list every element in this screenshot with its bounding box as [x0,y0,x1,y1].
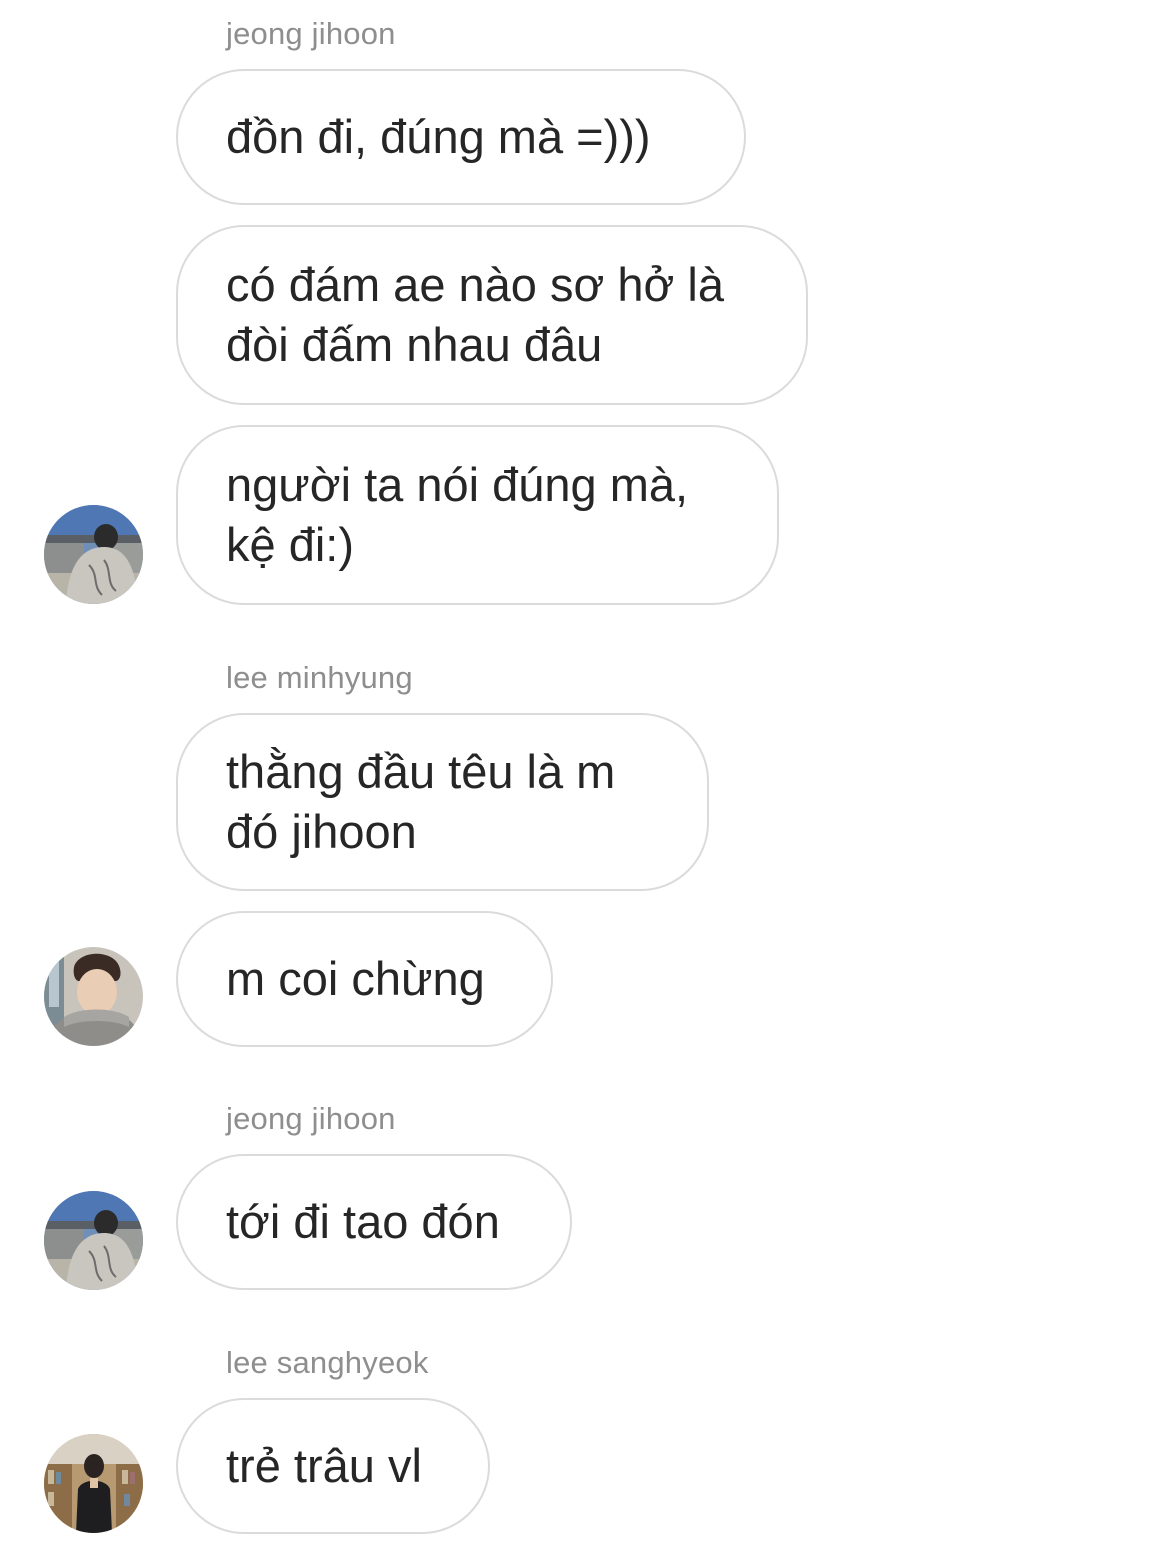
avatar[interactable] [44,505,143,604]
message-bubble[interactable]: trẻ trâu vl [176,1398,490,1534]
message-bubble[interactable]: tới đi tao đón [176,1154,572,1290]
message-bubble[interactable]: người ta nói đúng mà, kệ đi:) [176,425,779,605]
sender-name: lee sanghyeok [226,1345,429,1380]
avatar[interactable] [44,1191,143,1290]
profile-photo-library-icon [44,1434,143,1533]
message-text: có đám ae nào sơ hở là đòi đấm nhau đâu [226,258,724,371]
profile-photo-face-icon [44,947,143,1046]
message-text: tới đi tao đón [226,1195,500,1248]
avatar[interactable] [44,1434,143,1533]
message-bubble[interactable]: có đám ae nào sơ hở là đòi đấm nhau đâu [176,225,808,405]
chat-thread: jeong jihoon đồn đi, đúng mà =))) có đám… [0,0,1170,1558]
message-text: m coi chừng [226,952,485,1005]
message-text: thằng đầu têu là m đó jihoon [226,745,616,858]
message-text: người ta nói đúng mà, kệ đi:) [226,458,689,571]
profile-photo-back-view-icon [44,1191,143,1290]
message-bubble[interactable]: thằng đầu têu là m đó jihoon [176,713,709,891]
sender-name: jeong jihoon [226,16,396,51]
message-text: trẻ trâu vl [226,1439,422,1492]
sender-name: lee minhyung [226,660,413,695]
profile-photo-back-view-icon [44,505,143,604]
message-text: đồn đi, đúng mà =))) [226,110,651,163]
message-bubble[interactable]: m coi chừng [176,911,553,1047]
sender-name: jeong jihoon [226,1101,396,1136]
avatar[interactable] [44,947,143,1046]
message-bubble[interactable]: đồn đi, đúng mà =))) [176,69,746,205]
